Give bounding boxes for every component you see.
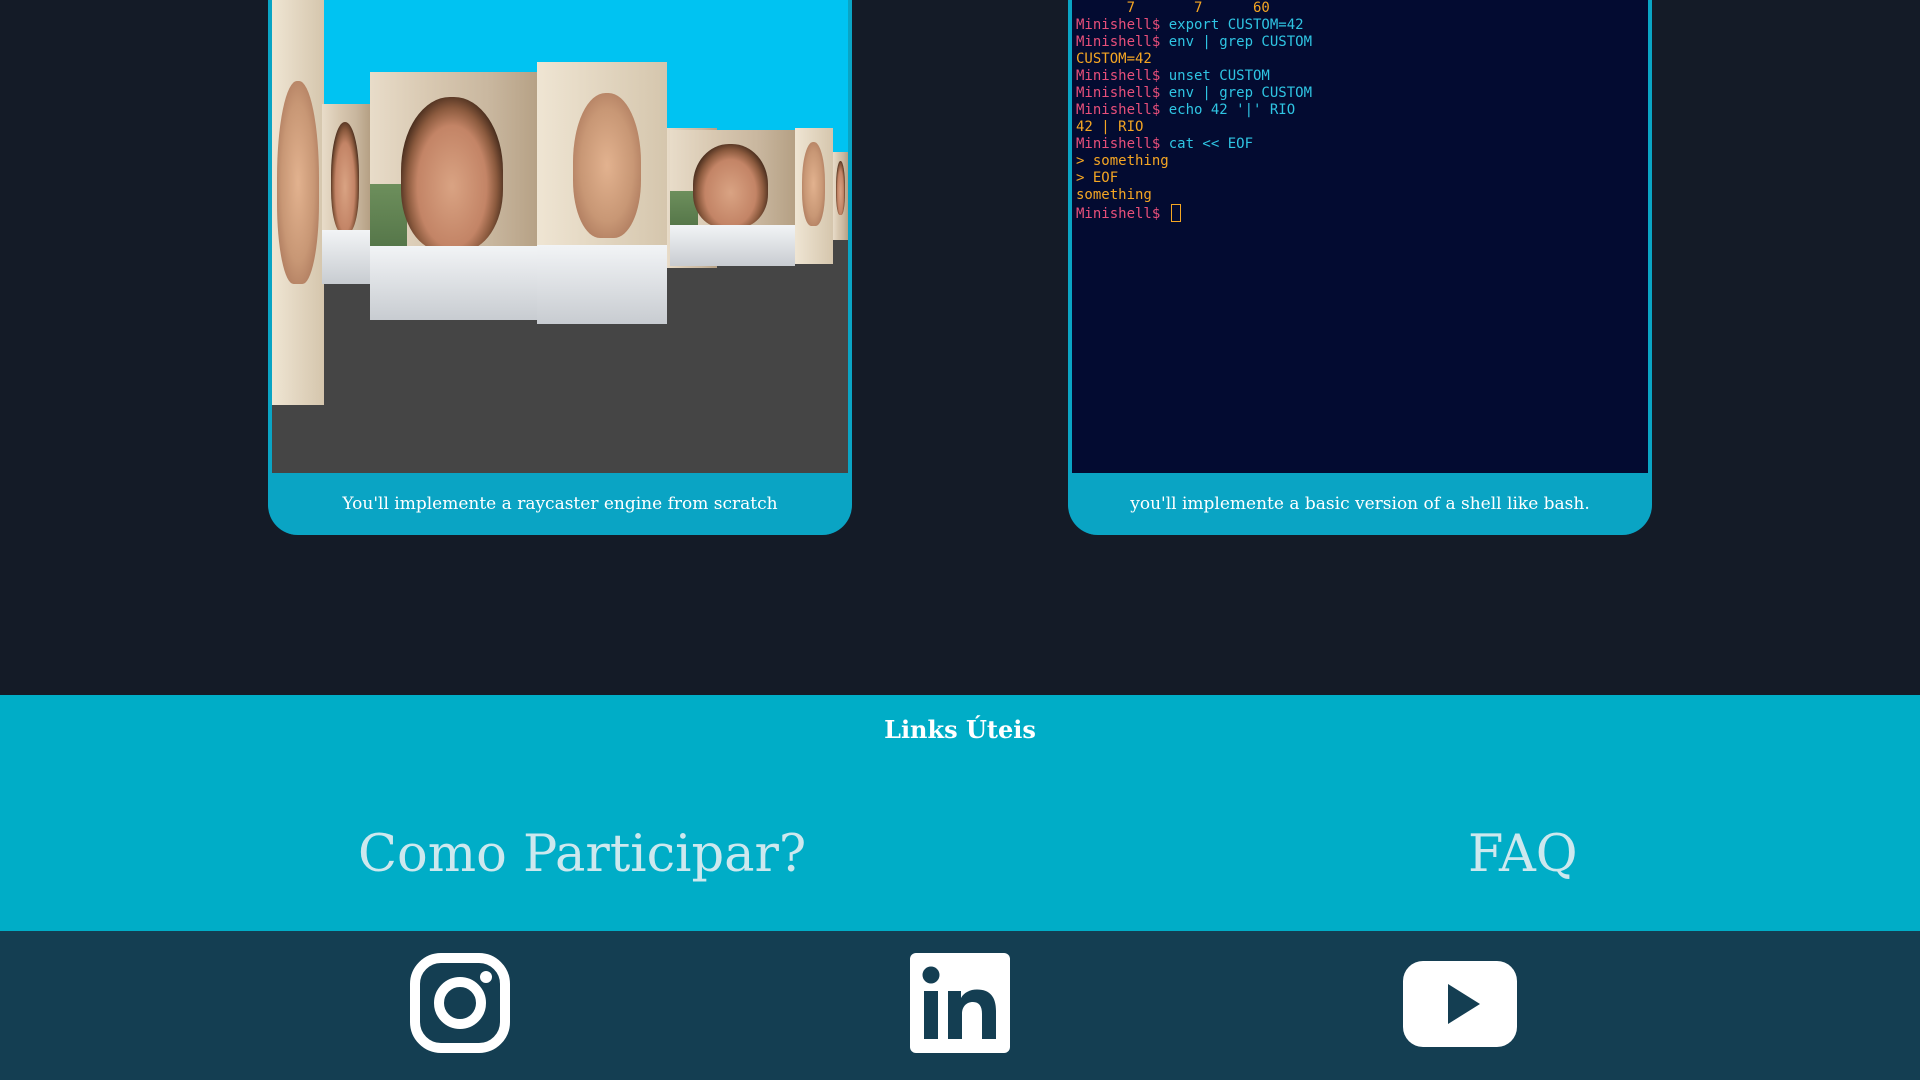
terminal-prompt: Minishell$ [1076,34,1169,50]
terminal-cmd: export CUSTOM=42 [1168,17,1304,33]
terminal-line: Minishell$ export CUSTOM=42 [1076,17,1648,34]
terminal-cmd: unset CUSTOM [1168,68,1270,84]
terminal-prompt: Minishell$ [1076,136,1169,152]
project-card-minishell[interactable]: 7 7 60 Minishell$ export CUSTOM=42 Minishe… [1068,0,1652,535]
section-title: Links Úteis [884,715,1036,744]
terminal-line: Minishell$ env | grep CUSTOM [1076,85,1648,102]
useful-links-section: Links Úteis Como Participar? FAQ [0,695,1920,931]
terminal-line: Minishell$ unset CUSTOM [1076,68,1648,85]
terminal-cmd: echo 42 '|' RIO [1168,102,1296,118]
raycaster-wall [322,104,370,284]
terminal-out: 42 | RIO [1076,119,1144,135]
terminal-prompt: Minishell$ [1076,68,1169,84]
terminal-line: CUSTOM=42 [1076,51,1648,68]
terminal-out: > something [1076,153,1169,169]
terminal-line: Minishell$ [1076,204,1648,222]
terminal-line: 42 | RIO [1076,119,1648,136]
project-caption: You'll implemente a raycaster engine fro… [342,494,778,514]
terminal-prompt: Minishell$ [1076,17,1169,33]
link-faq[interactable]: FAQ [1468,825,1578,884]
terminal-cmd: cat << EOF [1168,136,1254,152]
terminal-line: 7 7 60 [1076,0,1648,17]
terminal-cmd: env | grep CUSTOM [1168,34,1313,50]
terminal-cursor [1170,204,1181,222]
terminal-preview: 7 7 60 Minishell$ export CUSTOM=42 Minishe… [1072,0,1648,473]
raycaster-wall [272,0,324,405]
project-caption: you'll implemente a basic version of a s… [1130,494,1590,514]
terminal-line: Minishell$ env | grep CUSTOM [1076,34,1648,51]
terminal-line: > something [1076,153,1648,170]
link-como-participar[interactable]: Como Participar? [358,825,806,884]
terminal-prompt: Minishell$ [1076,102,1169,118]
raycaster-wall [833,152,848,240]
terminal-line: > EOF [1076,170,1648,187]
raycaster-wall [795,128,833,264]
linkedin-icon[interactable] [910,953,1010,1057]
terminal-prompt: Minishell$ [1076,206,1169,222]
terminal-out: > EOF [1076,170,1119,186]
terminal-cmd: env | grep CUSTOM [1168,85,1313,101]
page: You'll implemente a raycaster engine fro… [0,0,1920,1080]
terminal-prompt: Minishell$ [1076,85,1169,101]
project-card-cub3d[interactable]: You'll implemente a raycaster engine fro… [268,0,852,535]
raycaster-wall [537,62,667,324]
youtube-icon[interactable] [1403,961,1517,1051]
raycaster-preview [272,0,848,473]
terminal-out: something [1076,187,1152,203]
footer [0,931,1920,1080]
terminal-line: something [1076,187,1648,204]
raycaster-wall [370,72,540,320]
instagram-icon[interactable] [410,953,510,1057]
terminal-line: Minishell$ cat << EOF [1076,136,1648,153]
terminal-out: CUSTOM=42 [1076,51,1152,67]
terminal-line: Minishell$ echo 42 '|' RIO [1076,102,1648,119]
raycaster-wall [670,130,795,266]
terminal-out: 7 7 60 [1076,0,1270,16]
